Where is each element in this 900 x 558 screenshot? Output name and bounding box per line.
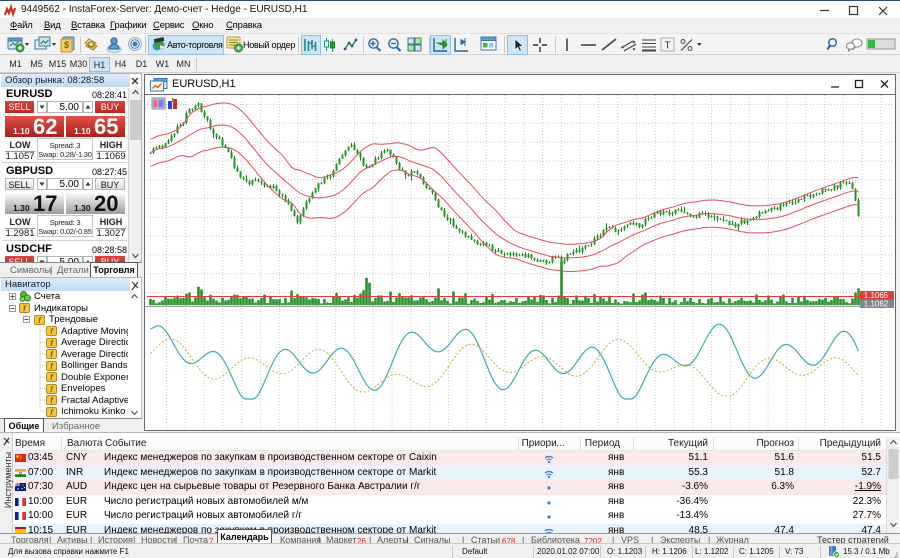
svg-text:Новый ордер: Новый ордер bbox=[243, 40, 295, 50]
svg-text:1.1062: 1.1062 bbox=[864, 300, 889, 309]
svg-text:T: T bbox=[664, 41, 670, 52]
svg-text:$: $ bbox=[64, 40, 69, 50]
svg-text:Авто-торговля: Авто-торговля bbox=[167, 40, 223, 50]
